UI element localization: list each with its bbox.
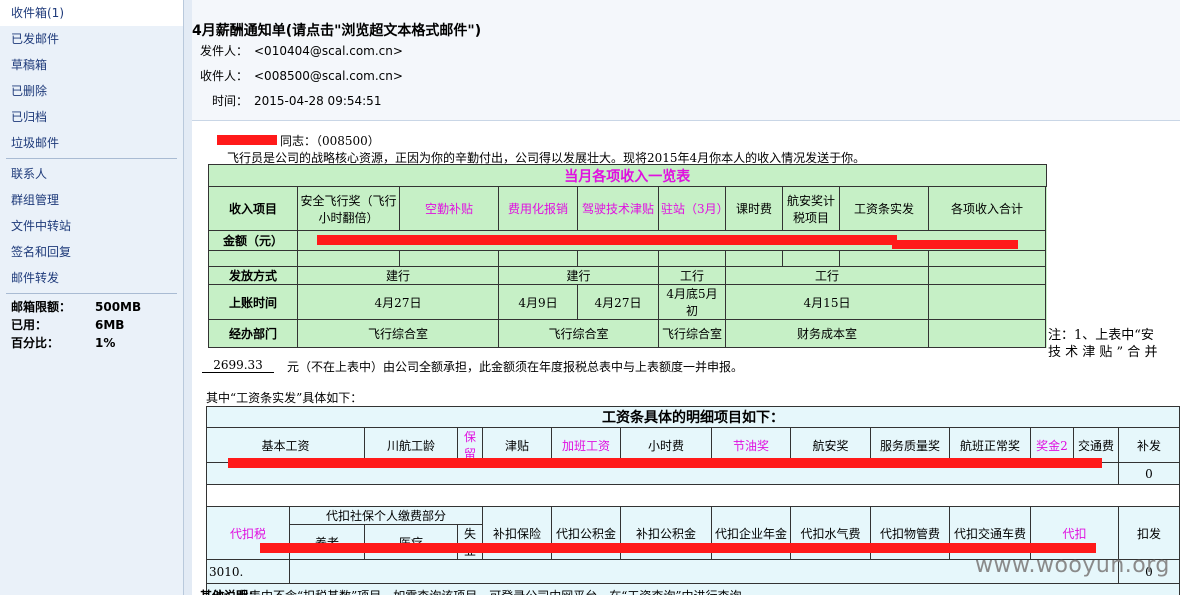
income-header: 航安奖计税项目 [782,186,840,231]
social-sub-header: 养老 [289,524,365,560]
sidebar-divider [6,293,177,294]
redaction-total [892,240,1018,249]
tax-value: 3010. [206,559,290,584]
mail-subject: 4月薪酬通知单(请点击"浏览超文本格式邮件") [192,23,482,39]
pay-method: 工行 [725,266,929,285]
income-table: 当月各项收入一览表 收入项目 安全飞行奖（飞行小时翻倍） 空勤补贴 费用化报销 … [208,164,1047,348]
dept: 飞行综合室 [658,319,726,348]
amount-label: 金额（元） [208,230,298,251]
dept-label: 经办部门 [208,319,298,348]
amount-line-value: 2699.33 [202,358,274,373]
post-date: 4月15日 [725,284,929,320]
detail-footnote: 注：此表中不含“扣税基数”项目，如需查询该项目，可登录公司内网平台，在“工资查询… [206,583,1180,595]
income-header: 费用化报销 [498,186,578,231]
dept: 财务成本室 [725,319,929,348]
deduct-header: 代扣社保个人缴费部分 [289,506,483,525]
tool-forward[interactable]: 邮件转发 [0,265,183,291]
sidebar: 收件箱(1) 已发邮件 草稿箱 已删除 已归档 垃圾邮件 联系人 群组管理 文件… [0,0,184,595]
tool-file-transfer[interactable]: 文件中转站 [0,213,183,239]
folder-spam[interactable]: 垃圾邮件 [0,130,183,156]
mail-body: 同志：（008500） 飞行员是公司的战略核心资源，正因为你的辛勤付出，公司得以… [192,121,1180,595]
income-header: 安全飞行奖（飞行小时翻倍） [297,186,400,231]
from-label: 发件人： [199,44,248,58]
to-label: 收件人： [199,69,248,83]
pay-method: 工行 [658,266,726,285]
detail-header: 补发 [1118,427,1180,463]
note-right-2: 技 术 津 贴 ” 合 并 [1048,345,1158,360]
tool-contacts[interactable]: 联系人 [0,161,183,187]
redaction-amounts [317,235,897,245]
income-header: 空勤补贴 [399,186,499,231]
income-header: 课时费 [725,186,783,231]
partial-next-heading: 其他说明： [200,587,260,595]
time-row: 时间： 2015-04-28 09:54:51 [192,92,381,109]
redaction-name [217,135,277,145]
income-header: 驾驶技术津贴 [577,186,659,231]
redaction-detail [228,458,1102,468]
income-table-title: 当月各项收入一览表 [208,164,1047,187]
to-row: 收件人： <008500@scal.com.cn> [192,67,403,84]
date-label: 上账时间 [208,284,298,320]
mail-header: 4月薪酬通知单(请点击"浏览超文本格式邮件") 发件人： <010404@scal… [192,0,1180,121]
income-header: 驻站（3月） [658,186,729,231]
tool-signature[interactable]: 签名和回复 [0,239,183,265]
post-date: 4月27日 [577,284,659,320]
watermark: www.wooyun.org [975,553,1170,578]
dept: 飞行综合室 [297,319,499,348]
post-date: 4月底5月初 [658,284,726,320]
splitter[interactable] [184,0,192,595]
folder-drafts[interactable]: 草稿箱 [0,52,183,78]
folder-archived[interactable]: 已归档 [0,104,183,130]
quota-used: 已用： 6MB [11,318,125,332]
bufa-value: 0 [1118,462,1180,485]
post-date: 4月9日 [498,284,578,320]
income-header: 工资条实发 [839,186,929,231]
amount-line-text: 元（不在上表中）由公司全额承担，此金额须在年度报税总表中与上表额度一并申报。 [287,360,744,374]
time-value: 2015-04-28 09:54:51 [254,94,382,108]
folder-deleted[interactable]: 已删除 [0,78,183,104]
post-date: 4月27日 [297,284,499,320]
detail-intro: 其中“工资条实发”具体如下： [206,391,363,405]
to-address[interactable]: <008500@scal.com.cn> [254,69,403,83]
social-sub-header: 医疗 [364,524,458,560]
from-row: 发件人： <010404@scal.com.cn> [192,42,403,59]
detail-table-title: 工资条具体的明细项目如下： [206,406,1180,428]
time-label: 时间： [211,94,248,108]
sidebar-divider [6,158,177,159]
redaction-deduct [260,543,1096,553]
pay-method-label: 发放方式 [208,266,298,285]
from-address[interactable]: <010404@scal.com.cn> [254,44,403,58]
pay-method: 建行 [498,266,659,285]
social-sub-header: 失业 [457,524,483,560]
quota-percent: 百分比： 1% [11,336,116,350]
folder-sent[interactable]: 已发邮件 [0,26,183,52]
greeting: 同志：（008500） [280,134,380,148]
income-header-label: 收入项目 [208,186,298,231]
dept: 飞行综合室 [498,319,659,348]
folder-inbox[interactable]: 收件箱(1) [0,0,183,26]
tool-groups[interactable]: 群组管理 [0,187,183,213]
quota-limit: 邮箱限额： 500MB [11,300,142,314]
deduct-header: 扣发 [1118,506,1180,560]
pay-method: 建行 [297,266,499,285]
income-header: 各项收入合计 [928,186,1046,231]
